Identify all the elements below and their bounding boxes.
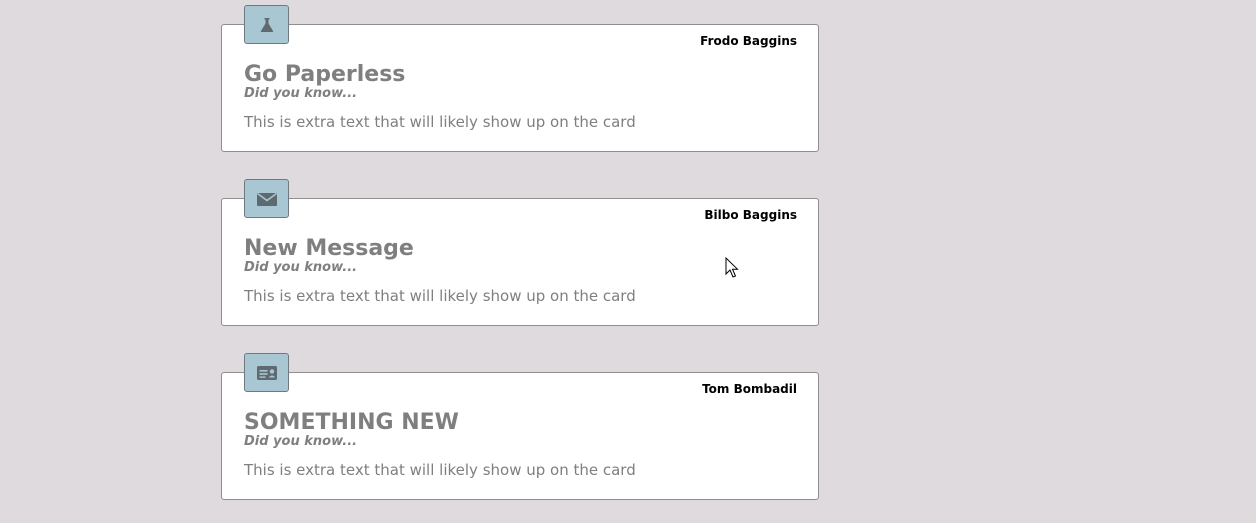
card-author: Bilbo Baggins bbox=[704, 208, 797, 222]
card-go-paperless[interactable]: Frodo Baggins Go Paperless Did you know.… bbox=[221, 5, 819, 152]
card-title: New Message bbox=[244, 236, 414, 261]
card-subtitle: Did you know... bbox=[244, 260, 358, 275]
card-author: Tom Bombadil bbox=[702, 382, 797, 396]
card-body-text: This is extra text that will likely show… bbox=[244, 113, 636, 131]
card-something-new[interactable]: Tom Bombadil SOMETHING NEW Did you know.… bbox=[221, 353, 819, 500]
card-subtitle: Did you know... bbox=[244, 86, 358, 101]
card-author: Frodo Baggins bbox=[700, 34, 797, 48]
card-title: SOMETHING NEW bbox=[244, 410, 459, 435]
mouse-cursor-icon bbox=[725, 256, 739, 283]
card-body-text: This is extra text that will likely show… bbox=[244, 461, 636, 479]
envelope-icon bbox=[244, 179, 289, 218]
card-title: Go Paperless bbox=[244, 62, 406, 87]
card-subtitle: Did you know... bbox=[244, 434, 358, 449]
flask-icon bbox=[244, 5, 289, 44]
id-card-icon bbox=[244, 353, 289, 392]
card-body-text: This is extra text that will likely show… bbox=[244, 287, 636, 305]
